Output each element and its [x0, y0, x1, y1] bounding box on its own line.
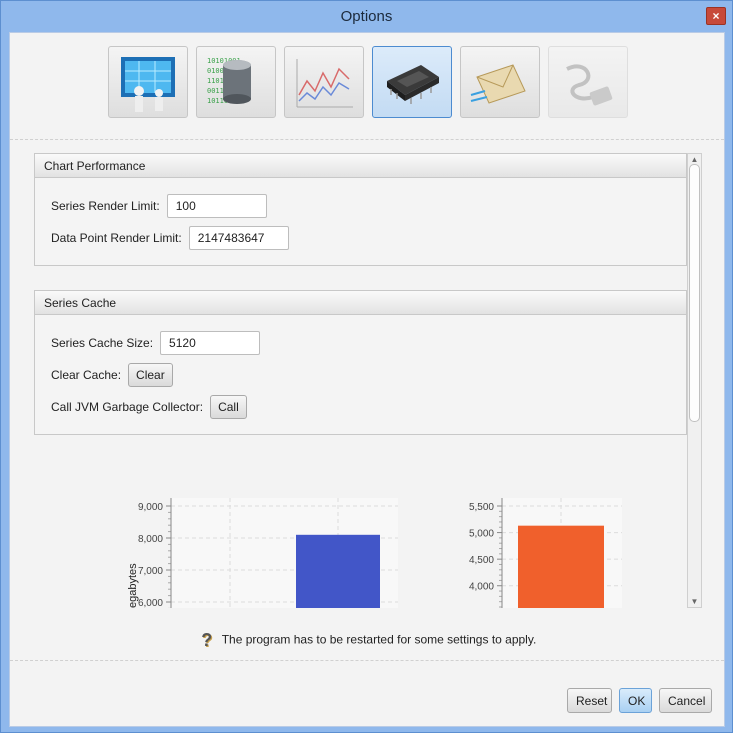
data-point-render-limit-label: Data Point Render Limit:	[51, 231, 182, 245]
reset-button[interactable]: Reset	[567, 688, 612, 713]
memory-chart-1: 9,0008,0007,0006,0005,000egabytes	[127, 498, 398, 608]
mail-icon	[470, 64, 526, 104]
chart-performance-panel: Chart Performance Series Render Limit: D…	[34, 153, 687, 266]
memory-chip-icon	[387, 65, 439, 104]
settings-scrollbar[interactable]: ▲ ▼	[687, 153, 702, 608]
category-mail-button[interactable]	[460, 46, 540, 118]
cable-icon	[566, 64, 613, 106]
y-tick-label: 7,000	[138, 566, 163, 577]
clear-cache-row: Clear Cache: Clear	[51, 363, 173, 387]
restart-notice: ? The program has to be restarted for som…	[10, 630, 724, 651]
category-chart-button[interactable]	[284, 46, 364, 118]
gc-label: Call JVM Garbage Collector:	[51, 400, 204, 414]
category-database-button[interactable]: 10101001 01001110 11010011 00110101 1011…	[196, 46, 276, 118]
y-tick-label: 5,000	[469, 529, 494, 540]
data-point-render-limit-input[interactable]	[188, 226, 289, 250]
y-axis-label: egabytes	[127, 563, 139, 608]
chart-performance-header: Chart Performance	[35, 154, 686, 178]
scroll-down-icon[interactable]: ▼	[688, 596, 701, 607]
data-bar	[518, 525, 604, 608]
close-button[interactable]: ×	[706, 7, 726, 25]
clear-cache-label: Clear Cache:	[51, 368, 122, 382]
dialog-content: 10101001 01001110 11010011 00110101 1011…	[9, 32, 725, 727]
category-connection-button[interactable]	[548, 46, 628, 118]
category-memory-button[interactable]	[372, 46, 452, 118]
y-tick-label: 6,000	[138, 598, 163, 608]
gc-call-button[interactable]: Call	[210, 395, 247, 419]
y-tick-label: 8,000	[138, 534, 163, 545]
series-cache-size-row: Series Cache Size:	[51, 331, 261, 355]
y-tick-label: 5,500	[469, 502, 494, 513]
options-window: Options × 10101001 10110010 Chart Perfor…	[0, 0, 733, 733]
title-bar[interactable]: Options ×	[1, 1, 732, 32]
gc-row: Call JVM Garbage Collector: Call	[51, 395, 247, 419]
y-tick-label: 4,000	[469, 582, 494, 593]
series-cache-header: Series Cache	[35, 291, 686, 315]
series-cache-size-input[interactable]	[160, 331, 261, 355]
series-render-limit-row: Series Render Limit:	[51, 194, 267, 218]
database-icon: 10101001 01001110 11010011 00110101 1011…	[207, 57, 251, 105]
scroll-thumb[interactable]	[689, 164, 700, 422]
window-title: Options	[340, 8, 393, 25]
settings-scroll-area[interactable]: Chart Performance Series Render Limit: D…	[34, 153, 704, 608]
y-tick-label: 9,000	[138, 502, 163, 513]
ok-button[interactable]: OK	[619, 688, 652, 713]
series-render-limit-input[interactable]	[166, 194, 267, 218]
chart-icon	[296, 59, 353, 108]
series-render-limit-label: Series Render Limit:	[51, 199, 160, 213]
clear-cache-button[interactable]: Clear	[128, 363, 173, 387]
footer-separator	[10, 660, 724, 661]
series-cache-size-label: Series Cache Size:	[51, 336, 154, 350]
data-bar	[296, 534, 380, 608]
cancel-button[interactable]: Cancel	[659, 688, 712, 713]
series-cache-panel: Series Cache Series Cache Size: Clear Ca…	[34, 290, 687, 435]
category-display-button[interactable]	[108, 46, 188, 118]
data-point-render-limit-row: Data Point Render Limit:	[51, 226, 289, 250]
category-toolbar: 10101001 01001110 11010011 00110101 1011…	[10, 33, 724, 140]
question-icon: ?	[201, 630, 213, 650]
restart-notice-text: The program has to be restarted for some…	[221, 632, 537, 647]
y-tick-label: 4,500	[469, 555, 494, 566]
display-icon	[121, 57, 175, 112]
memory-chart-2: 5,500 5,000 4,500 4,000	[469, 498, 622, 608]
